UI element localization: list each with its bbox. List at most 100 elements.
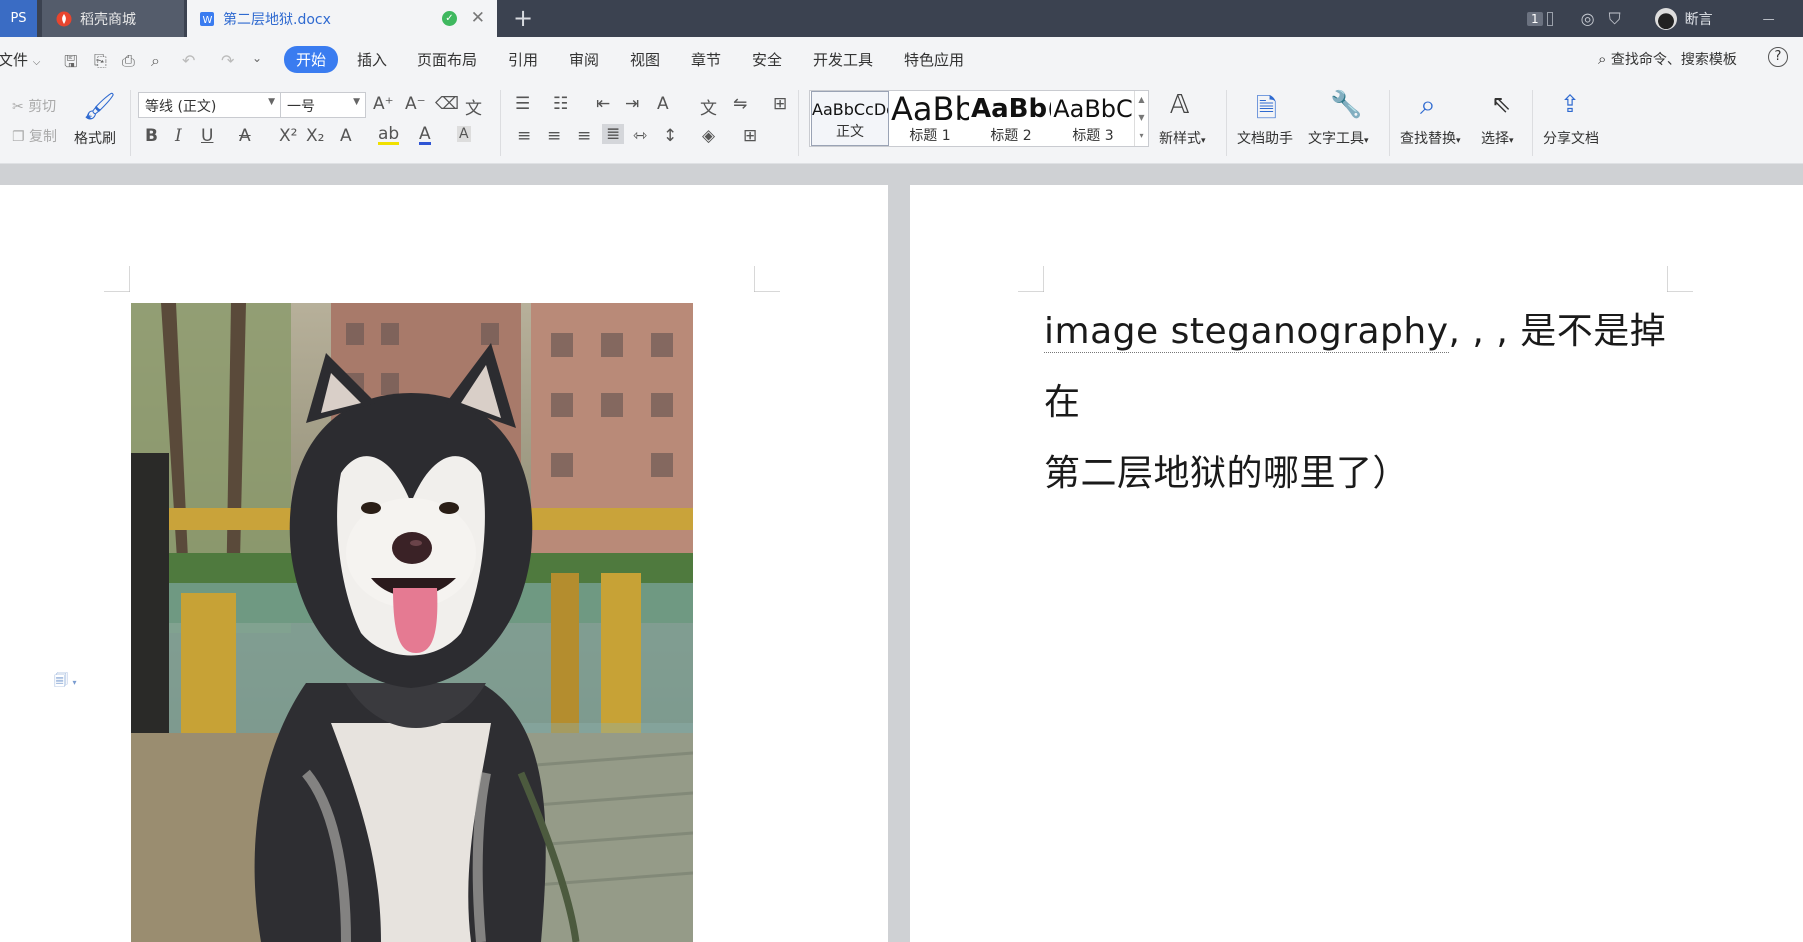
- font-size-select[interactable]: 一号 ▼: [280, 92, 366, 118]
- borders-icon[interactable]: ⊞: [743, 126, 757, 146]
- superscript-icon[interactable]: X²: [279, 126, 297, 146]
- increase-font-icon[interactable]: A⁺: [373, 94, 394, 114]
- tab-store-label: 稻壳商城: [80, 11, 136, 28]
- align-center-icon[interactable]: ≡: [547, 126, 561, 146]
- share-doc-button[interactable]: 分享文档: [1543, 128, 1599, 148]
- title-tab-bar: PS 稻壳商城 W 第二层地狱.docx ✓ ✕ + 1 ◎ ⛉ 断言 —: [0, 0, 1803, 37]
- format-icon[interactable]: ⎘: [94, 51, 107, 71]
- titlebar-right: 1 ◎ ⛉ 断言 —: [1527, 0, 1775, 37]
- help-icon[interactable]: ?: [1768, 47, 1788, 67]
- print-icon[interactable]: ⎙: [122, 51, 135, 71]
- bold-icon[interactable]: B: [145, 126, 158, 146]
- chevron-down-icon: ▼: [268, 97, 275, 107]
- skin-icon[interactable]: ◎: [1581, 9, 1595, 28]
- document-body-text[interactable]: image steganography, , , 是不是掉在 第二层地狱的哪里了…: [1044, 296, 1684, 509]
- highlight-icon[interactable]: ab: [378, 126, 400, 145]
- format-painter-button[interactable]: 格式刷: [74, 128, 116, 148]
- cut-button[interactable]: ✂ 剪切: [12, 96, 56, 116]
- customize-quick-access-icon[interactable]: ⌄: [252, 51, 262, 65]
- chinese-layout-icon[interactable]: 文: [700, 94, 717, 119]
- show-marks-icon[interactable]: ⊞: [773, 94, 787, 114]
- font-name-select[interactable]: 等线 (正文) ▼: [138, 92, 281, 118]
- file-menu[interactable]: 文件 ⌵: [0, 49, 40, 70]
- align-left-icon[interactable]: ≡: [517, 126, 531, 146]
- dog-photo[interactable]: [131, 303, 693, 942]
- style-heading-2[interactable]: AaBb( 标题 2: [971, 91, 1051, 146]
- find-replace-button[interactable]: 查找替换▾: [1400, 128, 1461, 148]
- font-color-icon[interactable]: A: [419, 126, 431, 145]
- tab-special-apps[interactable]: 特色应用: [904, 49, 964, 70]
- new-style-label: 新样式: [1159, 131, 1201, 147]
- styles-scroll[interactable]: ▲ ▼ ▾: [1134, 91, 1148, 146]
- styles-gallery: AaBbCcDd 正文 AaBb 标题 1 AaBb( 标题 2 AaBbC 标…: [809, 90, 1149, 147]
- tab-insert[interactable]: 插入: [357, 49, 387, 70]
- tab-references[interactable]: 引用: [508, 49, 538, 70]
- paragraph-layout-icon[interactable]: 🗐 ▾: [54, 670, 76, 694]
- increase-indent-icon[interactable]: ⇥: [625, 94, 639, 114]
- distribute-icon[interactable]: ⇿: [633, 126, 647, 146]
- style-normal[interactable]: AaBbCcDd 正文: [811, 91, 889, 146]
- text-effect-icon[interactable]: A: [340, 126, 352, 146]
- close-tab-icon[interactable]: ✕: [471, 8, 485, 28]
- underline-icon[interactable]: U: [201, 126, 213, 146]
- clear-format-icon[interactable]: ⌫: [435, 94, 459, 114]
- phonetic-guide-icon[interactable]: 文: [465, 94, 482, 119]
- new-style-button[interactable]: 新样式▾: [1159, 128, 1206, 148]
- layout-icon[interactable]: [1546, 11, 1553, 26]
- align-right-icon[interactable]: ≡: [577, 126, 591, 146]
- avatar[interactable]: [1654, 7, 1677, 30]
- style-heading-3[interactable]: AaBbC 标题 3: [1053, 91, 1133, 146]
- tab-document[interactable]: W 第二层地狱.docx ✓ ✕: [187, 0, 497, 37]
- numbering-icon[interactable]: ☷: [553, 94, 568, 114]
- select-button[interactable]: 选择▾: [1481, 128, 1514, 148]
- tab-page-layout[interactable]: 页面布局: [417, 49, 477, 70]
- tab-section[interactable]: 章节: [691, 49, 721, 70]
- copy-icon: ❐: [12, 129, 25, 145]
- text-tools-button[interactable]: 文字工具▾: [1308, 128, 1369, 148]
- subscript-icon[interactable]: X₂: [306, 126, 324, 146]
- minimize-button[interactable]: —: [1763, 12, 1775, 26]
- tab-developer-tools[interactable]: 开发工具: [813, 49, 873, 70]
- text-direction-icon[interactable]: A: [657, 94, 669, 114]
- shirt-icon[interactable]: ⛉: [1609, 9, 1621, 29]
- body-line-1: image steganography, , , 是不是掉在: [1044, 296, 1684, 438]
- font-size-value: 一号: [287, 99, 315, 115]
- new-tab-button[interactable]: +: [513, 4, 533, 32]
- decrease-indent-icon[interactable]: ⇤: [596, 94, 610, 114]
- copy-button[interactable]: ❐ 复制: [12, 126, 57, 146]
- line-spacing-icon[interactable]: ↕: [663, 126, 677, 146]
- margin-corner-mark: [1667, 266, 1693, 292]
- command-search[interactable]: ⌕ 查找命令、搜索模板: [1598, 49, 1737, 69]
- decrease-font-icon[interactable]: A⁻: [405, 94, 426, 114]
- tab-view[interactable]: 视图: [630, 49, 660, 70]
- window-count-badge[interactable]: 1: [1527, 11, 1543, 26]
- print-preview-icon[interactable]: ⌕: [151, 51, 160, 71]
- tab-review[interactable]: 审阅: [569, 49, 599, 70]
- copy-label: 复制: [29, 129, 58, 145]
- strikethrough-icon[interactable]: A: [239, 126, 251, 146]
- redo-icon[interactable]: ↷: [221, 51, 234, 70]
- shading-icon[interactable]: ◈: [702, 126, 715, 146]
- tab-security[interactable]: 安全: [752, 49, 782, 70]
- doc-assistant-button[interactable]: 文档助手: [1237, 128, 1293, 148]
- select-label: 选择: [1481, 131, 1509, 147]
- body-line-2: 第二层地狱的哪里了）: [1044, 453, 1410, 494]
- username[interactable]: 断言: [1685, 9, 1713, 29]
- justify-icon[interactable]: ≣: [602, 124, 625, 144]
- cut-label: 剪切: [28, 99, 57, 115]
- style-heading-1[interactable]: AaBb 标题 1: [891, 91, 969, 146]
- tab-home[interactable]: 开始: [284, 46, 339, 73]
- tab-wps-label: PS: [10, 11, 27, 26]
- bullets-icon[interactable]: ☰: [515, 94, 530, 114]
- svg-text:W: W: [203, 15, 213, 26]
- save-icon[interactable]: 🖫: [64, 51, 78, 78]
- line-break-icon[interactable]: ⇋: [733, 94, 747, 114]
- tab-wps-home[interactable]: PS: [0, 0, 37, 37]
- margin-corner-mark: [1018, 266, 1044, 292]
- undo-icon[interactable]: ↶: [182, 51, 195, 70]
- char-shading-icon[interactable]: A: [457, 126, 471, 142]
- tab-docer-store[interactable]: 稻壳商城: [42, 0, 184, 37]
- search-icon: ⌕: [1598, 50, 1607, 68]
- italic-icon[interactable]: I: [175, 126, 182, 146]
- word-doc-icon: W: [199, 11, 215, 27]
